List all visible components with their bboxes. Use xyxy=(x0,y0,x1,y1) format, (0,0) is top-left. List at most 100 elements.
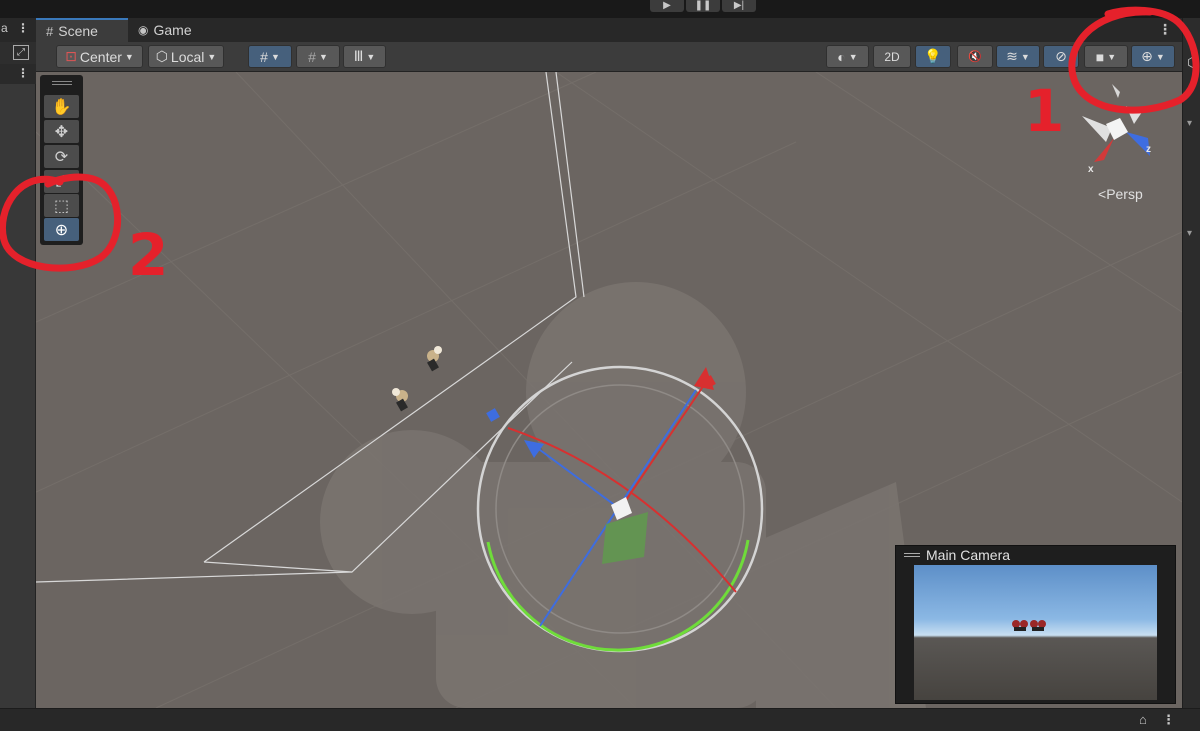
lock-icon[interactable] xyxy=(1112,84,1120,98)
scene-toolbar: ⊡ Center ▼ ⬡ Local ▼ # ▼ # ▼ Ⅲ ▼ ◐ ▼ 2D … xyxy=(36,42,1182,72)
axis-z-label: z xyxy=(1146,144,1151,155)
step-button[interactable]: ▶| xyxy=(722,0,756,12)
chevron-down-icon: ▼ xyxy=(207,51,217,62)
tool-palette: ✋ ✥ ⟳ ⤢ ⬚ ⊕ xyxy=(40,75,83,245)
pivot-mode-dropdown[interactable]: ⊡ Center ▼ xyxy=(56,45,143,68)
pause-icon: ❚❚ xyxy=(694,0,712,11)
pivot-space-label: Local xyxy=(170,48,205,65)
play-button[interactable]: ▶ xyxy=(650,0,684,12)
grip-icon[interactable] xyxy=(904,553,920,557)
character-object xyxy=(1030,620,1046,628)
gizmo-center-cube[interactable] xyxy=(1106,118,1128,140)
rect-tool-button[interactable]: ⬚ xyxy=(44,194,79,217)
character-object[interactable] xyxy=(427,346,442,372)
character-object[interactable] xyxy=(392,388,408,412)
annotation-label-1: 1 xyxy=(1024,77,1065,145)
grip-icon[interactable] xyxy=(52,81,72,85)
scale-z-handle[interactable] xyxy=(486,408,500,422)
grid-visibility-dropdown[interactable]: # ▼ xyxy=(296,45,340,68)
grid-snap-icon: # xyxy=(260,48,268,65)
tab-game[interactable]: ◉ Game xyxy=(128,18,208,42)
audio-mute-icon: 🔇 xyxy=(968,51,982,63)
local-cube-icon: ⬡ xyxy=(155,48,168,64)
draw-mode-dropdown[interactable]: ◐ ▼ xyxy=(826,45,869,68)
left-panel-header: a ⋮ xyxy=(0,18,36,42)
camera-preview-overlay[interactable]: Main Camera xyxy=(895,545,1176,704)
chevron-down-icon: ▼ xyxy=(1155,51,1165,62)
tab-scene[interactable]: # Scene xyxy=(36,18,128,42)
lock-icon[interactable]: ⌂ xyxy=(1139,712,1147,727)
play-bar: ▶ ❚❚ ▶| xyxy=(0,0,1200,18)
kebab-menu-icon[interactable]: ⋮ xyxy=(1162,712,1175,728)
transform-icon: ⊕ xyxy=(54,221,69,239)
gizmos-dropdown[interactable]: ⊕ ▼ xyxy=(1131,45,1175,68)
camera-preview-header[interactable]: Main Camera xyxy=(896,546,1175,564)
rect-icon: ⬚ xyxy=(53,197,70,215)
gizmo-neg-z-cone[interactable] xyxy=(1126,106,1142,124)
scene-objects[interactable] xyxy=(392,346,442,412)
grid-snapping-toggle[interactable]: # ▼ xyxy=(248,45,292,68)
pivot-center-icon: ⊡ xyxy=(65,48,77,64)
2d-mode-label: 2D xyxy=(884,49,900,64)
gizmo-neg-x-cone[interactable] xyxy=(1082,116,1112,142)
left-panel-subheader: ⋮ xyxy=(0,64,36,84)
rotate-tool-button[interactable]: ⟳ xyxy=(44,145,79,168)
effects-dropdown[interactable]: ≋ ▼ xyxy=(996,45,1040,68)
chevron-down-icon[interactable]: ▾ xyxy=(1187,118,1192,129)
chevron-down-icon: ▼ xyxy=(124,51,134,62)
ruler-icon: Ⅲ xyxy=(353,48,364,64)
move-tool-button[interactable]: ✥ xyxy=(44,120,79,143)
hand-tool-button[interactable]: ✋ xyxy=(44,95,79,118)
shading-sphere-icon: ◐ xyxy=(837,48,846,65)
annotation-label-2: 2 xyxy=(128,221,169,289)
scene-hash-icon: # xyxy=(46,23,54,39)
rotate-icon: ⟳ xyxy=(54,148,69,166)
eye-slash-icon: ⊘ xyxy=(1055,48,1067,64)
chevron-down-icon: ▼ xyxy=(366,51,376,62)
right-panel: ⬡ ▾ ▾ xyxy=(1182,18,1200,708)
chevron-down-icon: ▼ xyxy=(1107,51,1117,62)
transform-tool-button[interactable]: ⊕ xyxy=(44,218,79,241)
kebab-menu-icon[interactable]: ⋮ xyxy=(1158,21,1172,38)
left-panel: a ⋮ ⤢ ⋮ xyxy=(0,18,36,708)
maximize-icon[interactable]: ⤢ xyxy=(13,45,29,60)
hand-icon: ✋ xyxy=(51,98,72,116)
kebab-menu-icon[interactable]: ⋮ xyxy=(17,66,29,80)
lock-icon[interactable]: a xyxy=(1,21,8,35)
left-panel-toolbar: ⤢ xyxy=(0,42,36,64)
gizmo-x-cone[interactable] xyxy=(1094,138,1114,162)
2d-mode-toggle[interactable]: 2D xyxy=(873,45,911,68)
audio-toggle[interactable]: 🔇 xyxy=(957,45,993,68)
increment-snap-dropdown[interactable]: Ⅲ ▼ xyxy=(343,45,386,68)
pause-button[interactable]: ❚❚ xyxy=(686,0,720,12)
camera-settings-dropdown[interactable]: ■ ▼ xyxy=(1084,45,1128,68)
status-bar: ⌂ ⋮ xyxy=(0,708,1200,731)
camera-gizmo-silhouette xyxy=(320,282,926,708)
pivot-space-dropdown[interactable]: ⬡ Local ▼ xyxy=(148,45,224,68)
chevron-down-icon: ▼ xyxy=(270,51,280,62)
inspector-cube-icon[interactable]: ⬡ xyxy=(1187,54,1199,71)
camera-icon: ■ xyxy=(1095,48,1105,65)
lightbulb-icon: 💡 xyxy=(924,48,942,64)
play-icon: ▶ xyxy=(663,0,671,11)
chevron-down-icon[interactable]: ▾ xyxy=(1187,228,1192,239)
projection-toggle[interactable]: <Persp xyxy=(1098,186,1143,202)
tab-scene-label: Scene xyxy=(58,23,98,39)
camera-preview-title: Main Camera xyxy=(926,547,1011,563)
orientation-gizmo[interactable] xyxy=(1070,84,1170,174)
scale-icon: ⤢ xyxy=(55,172,68,190)
kebab-menu-icon[interactable]: ⋮ xyxy=(17,21,29,35)
lighting-toggle[interactable]: 💡 xyxy=(915,45,951,68)
move-icon: ✥ xyxy=(54,123,69,141)
gamepad-icon: ◉ xyxy=(138,23,149,37)
play-controls: ▶ ❚❚ ▶| xyxy=(650,0,756,12)
character-shadow xyxy=(1014,627,1044,631)
axis-x-label: x xyxy=(1088,164,1094,175)
scale-tool-button[interactable]: ⤢ xyxy=(44,170,79,193)
tab-bar: # Scene ◉ Game ⋮ xyxy=(36,18,1182,42)
chevron-down-icon: ▼ xyxy=(848,51,858,62)
camera-preview-view xyxy=(914,565,1157,700)
scene-visibility-toggle[interactable]: ⊘ xyxy=(1043,45,1079,68)
camera-preview-scene xyxy=(1012,620,1046,631)
chevron-down-icon: ▼ xyxy=(318,51,328,62)
